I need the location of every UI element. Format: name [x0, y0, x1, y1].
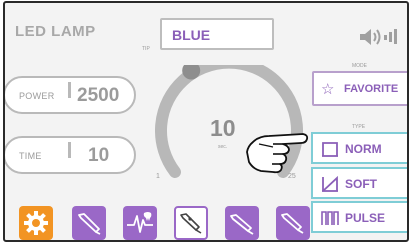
speaker-volume-icon[interactable] [358, 26, 402, 53]
time-control[interactable]: TIME 10 [5, 136, 136, 174]
mode-label: MODE [352, 63, 367, 69]
tip-value: BLUE [172, 27, 211, 43]
handpiece-icon [281, 213, 304, 234]
time-value: 10 [88, 145, 110, 166]
tool-button-2[interactable] [123, 206, 157, 240]
handpiece-angled-icon [180, 213, 202, 234]
time-label: TIME [19, 151, 42, 161]
time-divider [68, 142, 71, 158]
dial-unit: sec. [218, 144, 228, 150]
ramp-icon [321, 175, 339, 198]
tool-button-3[interactable] [174, 206, 208, 240]
handpiece-icon [78, 213, 101, 235]
gear-icon [24, 211, 48, 235]
tip-selector[interactable]: BLUE [160, 18, 274, 50]
type-pulse-label: PULSE [345, 211, 386, 225]
type-soft-button[interactable]: SOFT [311, 167, 407, 199]
square-wave-icon [321, 140, 339, 163]
star-icon: ☆ [321, 81, 335, 98]
app-title: LED LAMP [15, 23, 96, 40]
type-norm-label: NORM [345, 142, 382, 156]
tip-label: TIP [142, 46, 150, 52]
tool-button-5[interactable] [276, 206, 310, 240]
tooth-scan-icon [127, 212, 153, 233]
tool-button-1[interactable] [72, 206, 106, 240]
settings-button[interactable] [19, 206, 53, 240]
type-soft-label: SOFT [345, 177, 377, 191]
pointing-hand-icon [243, 124, 309, 179]
favorite-label: FAVORITE [344, 83, 399, 95]
type-label: TYPE [352, 124, 366, 130]
handpiece-icon [230, 214, 254, 235]
favorite-button[interactable]: ☆ FAVORITE [312, 71, 407, 106]
power-label: POWER [19, 91, 55, 101]
type-pulse-button[interactable]: PULSE [311, 201, 407, 233]
tool-button-4[interactable] [225, 206, 259, 240]
power-control[interactable]: POWER 2500 [5, 76, 136, 114]
power-divider [68, 82, 71, 98]
pulse-icon [321, 209, 339, 232]
type-norm-button[interactable]: NORM [311, 132, 407, 164]
dial-value: 10 [210, 115, 236, 141]
power-value: 2500 [77, 85, 120, 106]
dial-min-label: 1 [156, 173, 160, 180]
lamp-control-screen: LED LAMP BLUE TIP POWER 2500 TIME 10 10 … [3, 1, 409, 242]
